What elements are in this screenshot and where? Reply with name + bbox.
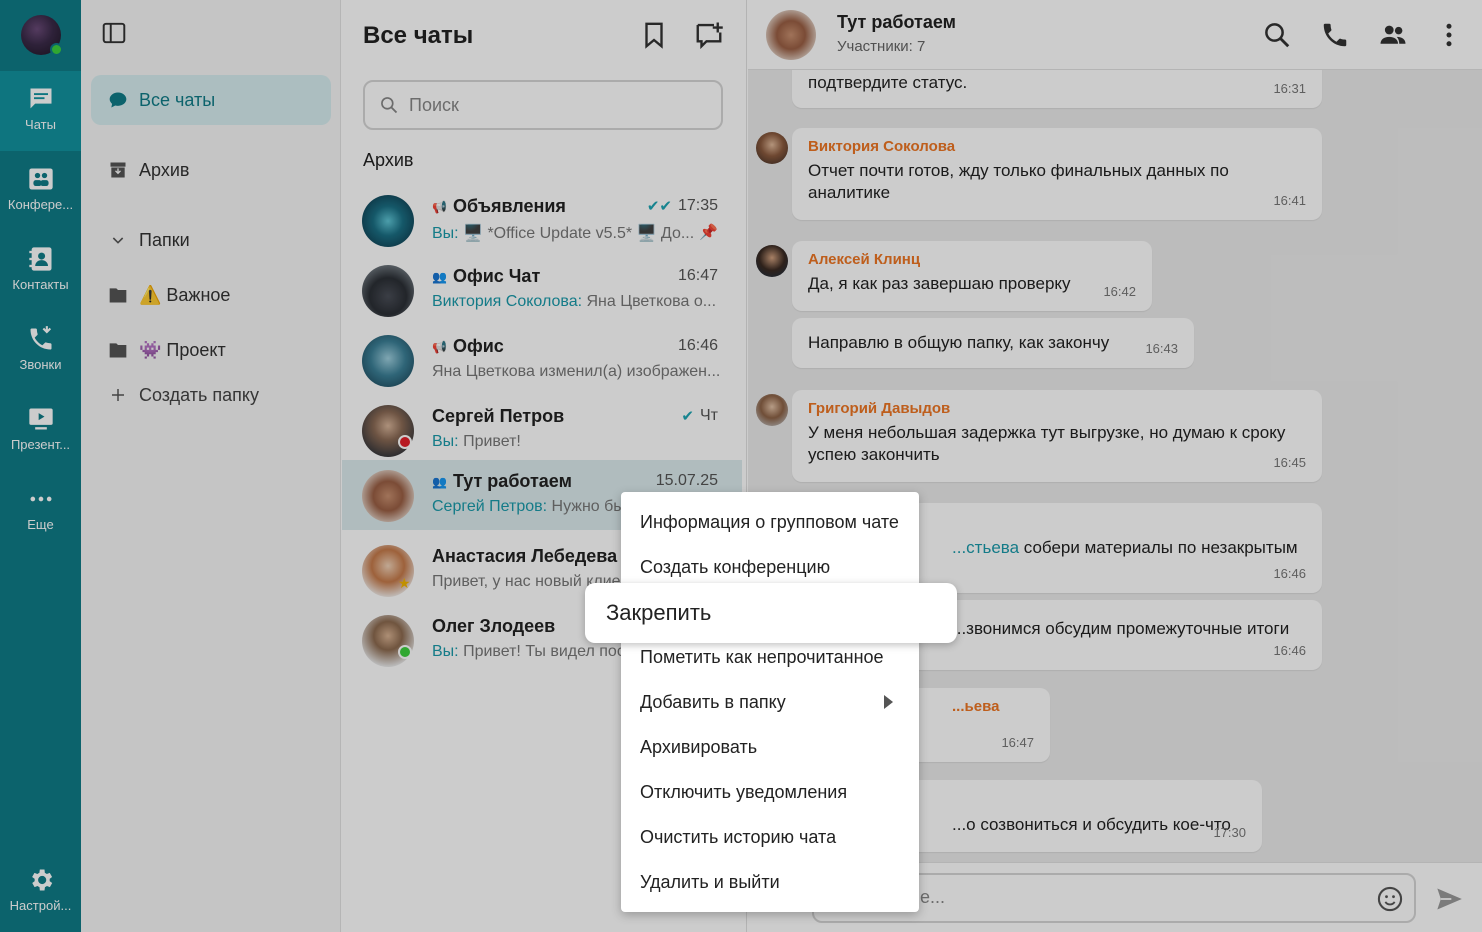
menu-item-pin[interactable]: Закрепить <box>585 583 957 643</box>
menu-item-add-to-folder[interactable]: Добавить в папку <box>621 680 919 725</box>
menu-item-archive[interactable]: Архивировать <box>621 725 919 770</box>
menu-item-delete-and-leave[interactable]: Удалить и выйти <box>621 860 919 905</box>
menu-item-mute[interactable]: Отключить уведомления <box>621 770 919 815</box>
menu-item-group-info[interactable]: Информация о групповом чате <box>621 500 919 545</box>
menu-item-clear-history[interactable]: Очистить историю чата <box>621 815 919 860</box>
menu-item-label: Добавить в папку <box>640 692 786 712</box>
chat-context-menu: Информация о групповом чате Создать конф… <box>621 492 919 912</box>
submenu-arrow-icon <box>884 695 893 709</box>
